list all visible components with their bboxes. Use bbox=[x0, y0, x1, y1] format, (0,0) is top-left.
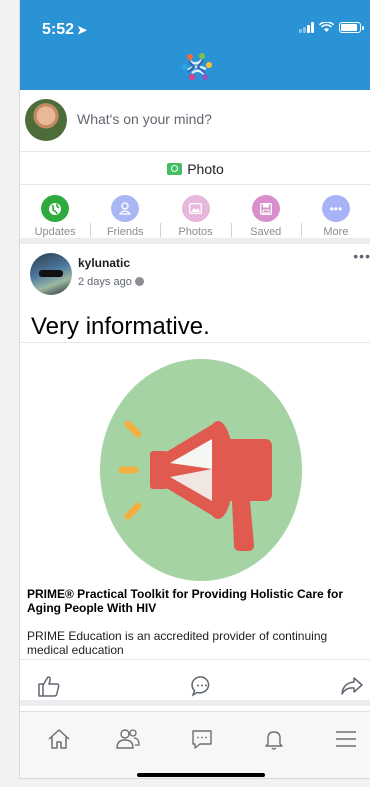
quick-nav-more[interactable]: ••• More bbox=[300, 188, 370, 238]
quick-nav: Updates Friends Photos Saved ••• More bbox=[20, 188, 370, 244]
post-author-name[interactable]: kylunatic bbox=[78, 256, 130, 270]
person-icon bbox=[111, 195, 140, 222]
like-icon[interactable] bbox=[37, 674, 61, 698]
link-title[interactable]: PRIME® Practical Toolkit for Providing H… bbox=[27, 587, 367, 615]
signal-icon bbox=[299, 22, 314, 33]
notifications-icon[interactable] bbox=[261, 726, 287, 752]
post-more-options[interactable]: ••• bbox=[353, 248, 370, 264]
more-dots-icon: ••• bbox=[321, 195, 350, 222]
privacy-globe-icon bbox=[134, 277, 144, 286]
photo-button-label: Photo bbox=[187, 160, 224, 177]
quick-nav-photos[interactable]: Photos bbox=[160, 188, 230, 238]
save-icon bbox=[251, 195, 280, 222]
quick-nav-saved[interactable]: Saved bbox=[230, 188, 301, 238]
quick-nav-label: Friends bbox=[106, 226, 144, 238]
app-header: 5:52 ➤ bbox=[20, 0, 370, 90]
comment-icon[interactable] bbox=[190, 674, 214, 698]
home-icon[interactable] bbox=[46, 726, 72, 752]
post-composer[interactable]: What's on your mind? bbox=[20, 90, 370, 152]
quick-nav-friends[interactable]: Friends bbox=[90, 188, 160, 238]
location-arrow-icon: ➤ bbox=[77, 23, 88, 37]
home-indicator bbox=[137, 773, 265, 777]
post-actions bbox=[20, 664, 370, 706]
battery-icon bbox=[339, 22, 364, 33]
megaphone-image bbox=[100, 359, 302, 581]
post-timestamp: 2 days ago bbox=[78, 276, 144, 288]
status-time: 5:52 ➤ bbox=[42, 21, 87, 39]
phone-screen: 5:52 ➤ What's on your mind? Photo Update… bbox=[19, 0, 370, 779]
quick-nav-label: Updates bbox=[34, 226, 76, 238]
friends-icon[interactable] bbox=[115, 726, 141, 752]
quick-nav-label: Saved bbox=[250, 226, 282, 238]
quick-nav-label: More bbox=[323, 226, 349, 238]
wifi-icon bbox=[319, 22, 334, 32]
quick-nav-updates[interactable]: Updates bbox=[20, 188, 90, 238]
post-time-text: 2 days ago bbox=[78, 276, 132, 288]
link-description: PRIME Education is an accredited provide… bbox=[27, 629, 328, 657]
post-author-avatar[interactable] bbox=[30, 253, 72, 295]
messages-icon[interactable] bbox=[189, 726, 215, 752]
status-time-text: 5:52 bbox=[42, 21, 75, 38]
my-avatar[interactable] bbox=[25, 99, 67, 141]
post-text: Very informative. bbox=[31, 313, 210, 340]
status-icons bbox=[299, 22, 364, 33]
photo-button[interactable]: Photo bbox=[20, 153, 370, 185]
quick-nav-label: Photos bbox=[178, 226, 213, 238]
composer-prompt[interactable]: What's on your mind? bbox=[77, 111, 212, 127]
app-logo-icon[interactable] bbox=[180, 52, 214, 82]
globe-icon bbox=[41, 195, 70, 222]
bottom-tab-bar bbox=[20, 711, 370, 778]
menu-icon[interactable] bbox=[333, 726, 359, 752]
link-preview-card[interactable]: PRIME® Practical Toolkit for Providing H… bbox=[20, 342, 370, 660]
camera-icon bbox=[167, 162, 183, 175]
image-icon bbox=[181, 195, 210, 222]
share-icon[interactable] bbox=[340, 674, 364, 698]
